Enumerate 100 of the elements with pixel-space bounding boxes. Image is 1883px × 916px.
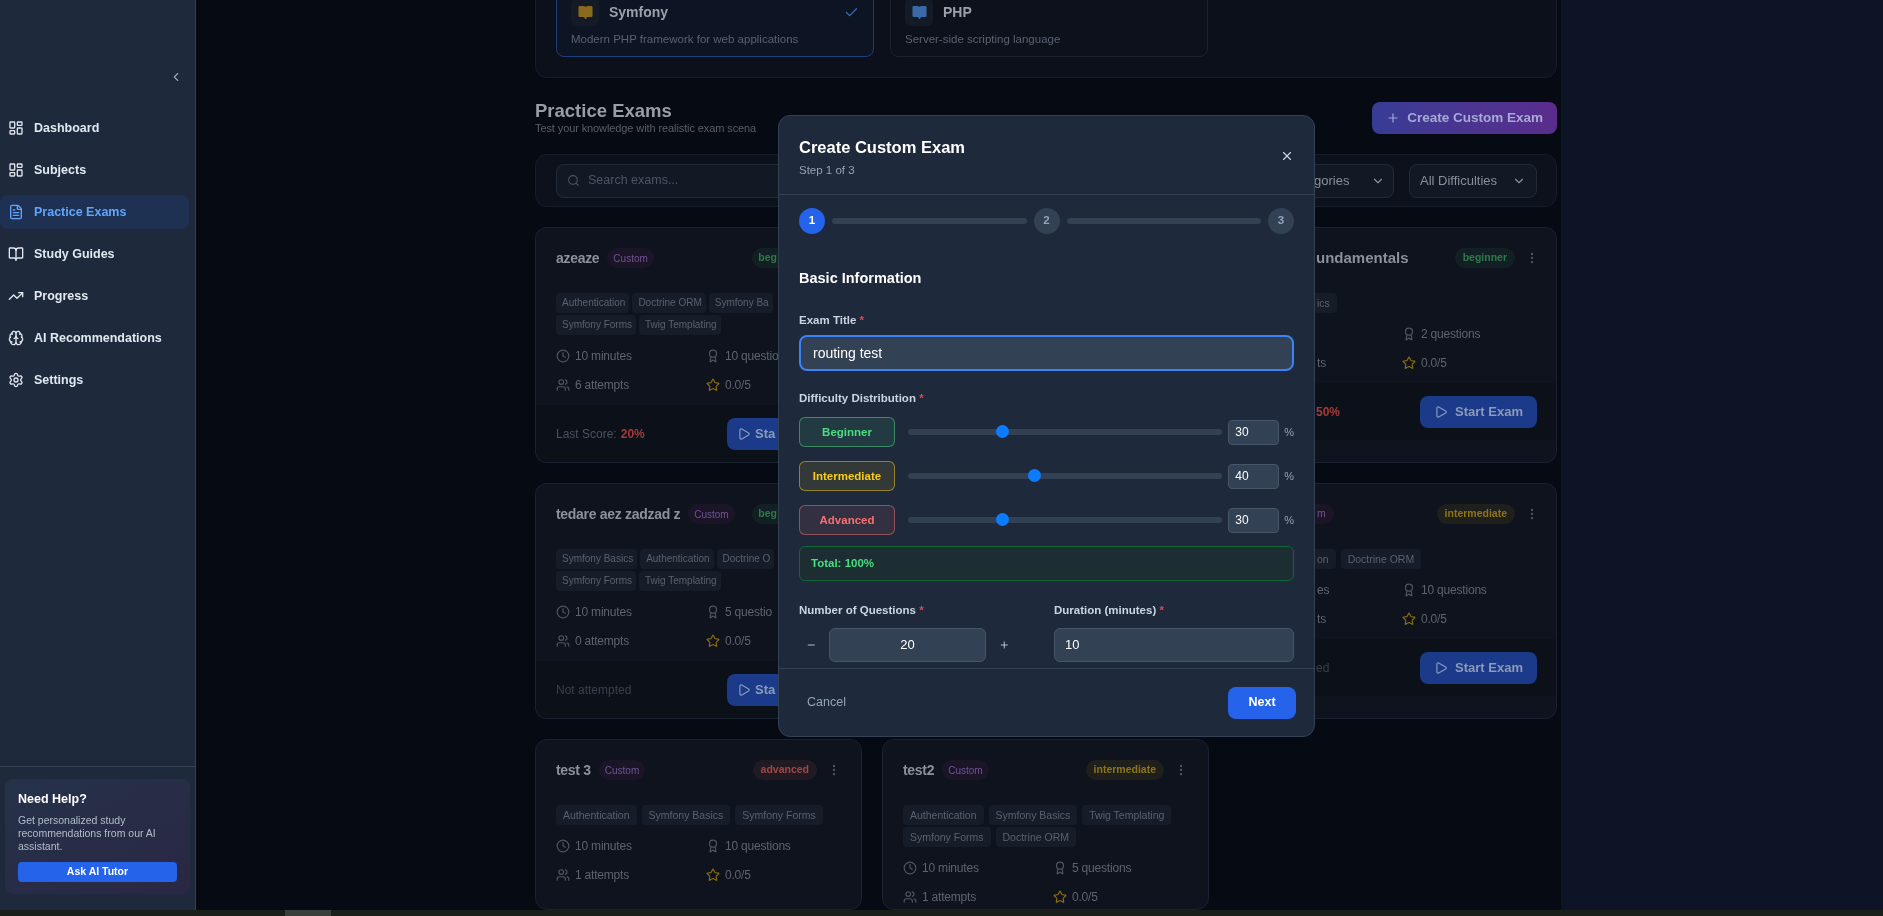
stat-text: 10 questio: [725, 348, 778, 365]
topic-tag: Doctrine ORM: [1340, 549, 1422, 569]
difficulty-badge: beginner: [1454, 248, 1515, 268]
page-title: Practice Exams: [535, 101, 673, 121]
create-exam-button[interactable]: Create Custom Exam: [1372, 102, 1557, 134]
star-icon: [1402, 356, 1416, 370]
stat-text: 0.0/5: [1421, 355, 1447, 372]
topic-tag: Symfony Forms: [903, 827, 991, 847]
exam-title-input[interactable]: routing test: [799, 335, 1294, 371]
stat-text: 0 attempts: [575, 633, 630, 650]
help-text: Get personalized study recommendations from our AI assistant.: [18, 813, 157, 853]
nav-item[interactable]: Subjects: [0, 153, 189, 187]
category-select[interactable]: gories: [1314, 163, 1394, 198]
users-icon: [556, 868, 570, 882]
duration-input[interactable]: 10: [1054, 627, 1294, 662]
increment-icon[interactable]: [999, 638, 1010, 651]
difficulty-select[interactable]: All Difficulties: [1409, 163, 1537, 198]
start-exam-button[interactable]: Sta: [727, 673, 778, 706]
stat-text: 10 questions: [725, 838, 791, 855]
subject-name: PHP: [943, 2, 972, 22]
topic-tag: Twig Templating: [1082, 805, 1172, 825]
users-icon: [556, 634, 570, 648]
topic-tag: Doctrine ORM: [632, 293, 706, 313]
star-icon: [706, 378, 720, 392]
topic-tag: Symfony Basics: [641, 805, 731, 825]
score-value: 50%: [1316, 403, 1341, 421]
section-title: Basic Information: [799, 269, 923, 288]
difficulty-label: Beginner: [799, 417, 895, 448]
subject-description: Server-side scripting language: [905, 32, 1062, 46]
ask-tutor-button[interactable]: Ask AI Tutor: [18, 861, 177, 882]
award-icon: [706, 605, 720, 619]
plus-icon: [1386, 111, 1401, 125]
nav-item[interactable]: Settings: [0, 363, 189, 397]
award-icon: [706, 349, 720, 363]
subject-card[interactable]: Symfony Modern PHP framework for web applications: [556, 0, 874, 57]
percent-input[interactable]: 30: [1228, 419, 1280, 445]
award-icon: [1053, 861, 1067, 875]
subject-name: Symfony: [609, 2, 669, 22]
difficulty-badge: beg: [752, 504, 778, 524]
grid-icon: [8, 120, 24, 136]
percent-input[interactable]: 40: [1228, 463, 1280, 489]
difficulty-badge: intermediate: [1436, 504, 1515, 524]
nav-item[interactable]: Dashboard: [0, 111, 189, 145]
slider-thumb[interactable]: [996, 513, 1010, 527]
start-exam-button[interactable]: Start Exam: [1420, 395, 1537, 428]
nav-item[interactable]: Progress: [0, 279, 189, 313]
exam-title: tedare aez zadzad z: [556, 504, 681, 524]
topic-tag: Twig Templating: [639, 571, 721, 591]
clock-icon: [556, 349, 570, 363]
slider-thumb[interactable]: [1027, 469, 1041, 483]
topic-tag: on: [1315, 549, 1336, 569]
step-text: Step 1 of 3: [799, 162, 856, 178]
stat-text: 5 questions: [1072, 860, 1132, 877]
topic-tag: Symfony Forms: [735, 805, 823, 825]
award-icon: [1402, 583, 1416, 597]
stat-text: 6 attempts: [575, 377, 630, 394]
close-icon[interactable]: [1280, 149, 1294, 163]
custom-badge: Custom: [607, 248, 654, 268]
play-icon: [1434, 660, 1449, 675]
stat-text: 10 minutes: [575, 348, 632, 365]
topic-tag: Authentication: [556, 805, 637, 825]
topic-tag: Authentication: [903, 805, 984, 825]
questions-input[interactable]: 20: [828, 627, 987, 662]
start-exam-button[interactable]: Sta: [727, 417, 778, 450]
score-value: 20%: [620, 425, 645, 443]
percent-input[interactable]: 30: [1228, 507, 1280, 533]
nav-item[interactable]: AI Recommendations: [0, 321, 189, 355]
stat-text: 10 minutes: [922, 860, 979, 877]
custom-badge: Custom: [942, 760, 989, 780]
stat-text: 0.0/5: [1421, 611, 1447, 628]
exam-title: azeaze: [556, 248, 600, 268]
start-exam-button[interactable]: Start Exam: [1420, 651, 1537, 684]
stat-text: 1 attempts: [575, 867, 630, 884]
users-icon: [556, 378, 570, 392]
topic-tag: Symfony Ba: [708, 293, 773, 313]
next-button[interactable]: Next: [1228, 686, 1296, 719]
topic-tag: Symfony Basics: [988, 805, 1078, 825]
book-icon: [8, 246, 24, 262]
subject-card[interactable]: PHP Server-side scripting language: [890, 0, 1208, 57]
stat-text: 0.0/5: [1072, 889, 1098, 906]
play-icon: [1434, 404, 1449, 419]
star-icon: [706, 868, 720, 882]
cancel-button[interactable]: Cancel: [797, 686, 856, 719]
difficulty-badge: advanced: [752, 760, 817, 780]
slider-thumb[interactable]: [996, 425, 1010, 439]
play-icon: [737, 682, 751, 697]
nav-item[interactable]: Study Guides: [0, 237, 189, 271]
horizontal-scrollbar[interactable]: [0, 910, 1883, 916]
custom-badge: m: [1315, 504, 1334, 524]
document-icon: [8, 204, 24, 220]
topic-tag: Authentication: [556, 293, 630, 313]
stat-text: 10 questions: [1421, 582, 1487, 599]
field-label: Difficulty Distribution *: [799, 391, 925, 406]
nav-item[interactable]: Practice Exams: [0, 195, 189, 229]
difficulty-label: Advanced: [799, 505, 895, 536]
topic-tag: Symfony Forms: [556, 571, 636, 591]
clock-icon: [556, 839, 570, 853]
exam-title: test 3: [556, 760, 591, 780]
percent-sign: %: [1284, 425, 1294, 440]
percent-sign: %: [1284, 469, 1294, 484]
